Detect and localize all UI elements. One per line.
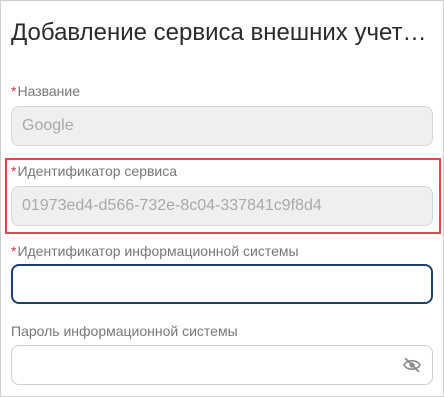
required-mark: * xyxy=(11,163,17,179)
is-password-label: Пароль информационной системы xyxy=(11,322,238,340)
required-mark: * xyxy=(11,83,17,99)
is-password-label-text: Пароль информационной системы xyxy=(11,323,238,339)
is-id-label: *Идентификатор информационной системы xyxy=(11,242,299,260)
service-id-label: *Идентификатор сервиса xyxy=(11,162,177,180)
eye-off-icon[interactable] xyxy=(402,357,422,373)
required-mark: * xyxy=(11,243,17,259)
name-field: Google xyxy=(11,106,433,146)
add-external-account-service-dialog: Добавление сервиса внешних учет… *Назван… xyxy=(0,0,444,397)
is-id-input[interactable] xyxy=(11,264,433,304)
service-id-field: 01973ed4-d566-732e-8c04-337841c9f8d4 xyxy=(11,186,433,226)
service-id-label-text: Идентификатор сервиса xyxy=(17,163,178,179)
is-password-field[interactable] xyxy=(11,345,433,385)
name-label: *Название xyxy=(11,82,80,100)
dialog-title: Добавление сервиса внешних учет… xyxy=(11,19,427,46)
is-id-label-text: Идентификатор информационной системы xyxy=(17,243,299,259)
name-label-text: Название xyxy=(17,83,81,99)
